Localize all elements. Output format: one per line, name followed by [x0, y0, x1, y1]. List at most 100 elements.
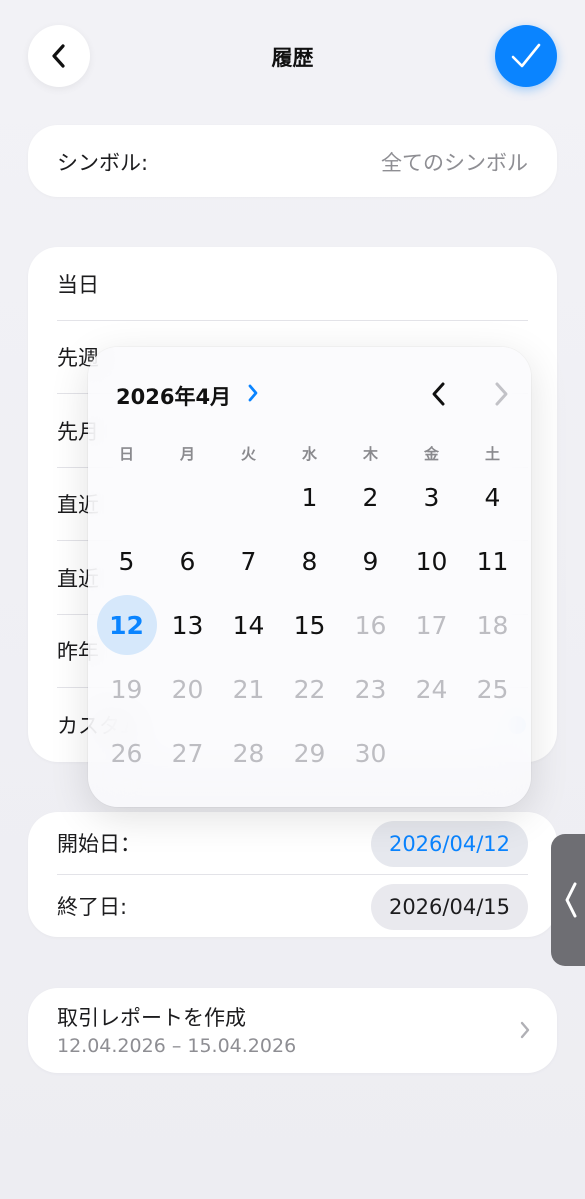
calendar-week: 26 27 28 29 30	[96, 721, 523, 785]
calendar-day-number: 29	[293, 738, 326, 768]
next-month-button[interactable]	[486, 377, 516, 411]
calendar-empty-cell	[157, 465, 218, 529]
calendar-day: 30	[340, 721, 401, 785]
calendar-day-number: 26	[110, 738, 143, 768]
calendar-day-number: 4	[484, 482, 501, 512]
calendar-day-number: 3	[423, 482, 440, 512]
calendar-grid: 1 2 3 4 5 6 7 8 9 10 11 12 13 14 15 16 17 18 19 20 21 22 23 24 2…	[96, 465, 523, 785]
calendar-day[interactable]: 8	[279, 529, 340, 593]
checkmark-icon	[511, 43, 541, 68]
weekday-label: 水	[301, 445, 317, 463]
calendar-day: 27	[157, 721, 218, 785]
calendar-day: 16	[340, 593, 401, 657]
previous-month-button[interactable]	[424, 377, 454, 411]
calendar-day: 21	[218, 657, 279, 721]
calendar-day-number: 10	[415, 546, 448, 576]
calendar-day-number: 24	[415, 674, 448, 704]
chevron-right-icon[interactable]	[246, 383, 260, 403]
calendar-day[interactable]: 5	[96, 529, 157, 593]
calendar-day-number: 20	[171, 674, 204, 704]
calendar-day-number: 22	[293, 674, 326, 704]
calendar-day-number: 5	[118, 546, 135, 576]
calendar-empty-cell	[462, 721, 523, 785]
calendar-day: 23	[340, 657, 401, 721]
calendar-day-number: 17	[415, 610, 448, 640]
weekday-label: 日	[118, 445, 134, 463]
calendar-day-number: 23	[354, 674, 387, 704]
period-label: 当日	[57, 272, 99, 297]
calendar-day[interactable]: 6	[157, 529, 218, 593]
calendar-day: 19	[96, 657, 157, 721]
calendar-day[interactable]: 11	[462, 529, 523, 593]
calendar-day: 29	[279, 721, 340, 785]
calendar-day-number: 2	[362, 482, 379, 512]
calendar-day[interactable]: 2	[340, 465, 401, 529]
calendar-day-number: 30	[354, 738, 387, 768]
calendar-empty-cell	[218, 465, 279, 529]
create-report-button[interactable]: 取引レポートを作成 12.04.2026 – 15.04.2026	[28, 988, 557, 1073]
calendar-popover: 2026年4月 日月火水木金土 1 2 3 4 5 6 7 8 9 10 11 12 13 14 15 16 1…	[88, 347, 531, 807]
calendar-week: 19 20 21 22 23 24 25	[96, 657, 523, 721]
calendar-day-number: 9	[362, 546, 379, 576]
calendar-empty-cell	[96, 465, 157, 529]
calendar-day-number: 16	[354, 610, 387, 640]
weekday-label: 土	[484, 445, 500, 463]
calendar-day-number: 21	[232, 674, 265, 704]
calendar-day[interactable]: 10	[401, 529, 462, 593]
end-date-button[interactable]: 2026/04/15	[370, 884, 528, 930]
calendar-day: 28	[218, 721, 279, 785]
symbol-value[interactable]: 全てのシンボル	[381, 147, 528, 177]
calendar-day-number: 12	[109, 610, 144, 640]
symbol-selector[interactable]: シンボル: 全てのシンボル	[28, 125, 557, 197]
symbol-label: シンボル:	[57, 151, 149, 175]
calendar-week: 5 6 7 8 9 10 11	[96, 529, 523, 593]
calendar-day[interactable]: 4	[462, 465, 523, 529]
calendar-day: 25	[462, 657, 523, 721]
calendar-day: 20	[157, 657, 218, 721]
calendar-day-number: 27	[171, 738, 204, 768]
weekday-label: 木	[362, 445, 378, 463]
report-title: 取引レポートを作成	[57, 1006, 246, 1030]
calendar-day[interactable]: 14	[218, 593, 279, 657]
chevron-left-icon	[565, 882, 577, 918]
calendar-day-number: 25	[476, 674, 509, 704]
calendar-day-number: 7	[240, 546, 257, 576]
history-screen: 履歴 シンボル: 全てのシンボル 当日 先週 先月 直近 直近 昨年 カスタム	[0, 0, 585, 1199]
calendar-empty-cell	[401, 721, 462, 785]
month-title[interactable]: 2026年4月	[116, 381, 231, 411]
calendar-day[interactable]: 12	[96, 593, 157, 657]
calendar-week: 12 13 14 15 16 17 18	[96, 593, 523, 657]
calendar-day: 26	[96, 721, 157, 785]
end-date-label: 終了日:	[57, 895, 128, 919]
report-date-range: 12.04.2026 – 15.04.2026	[57, 1035, 297, 1057]
calendar-day-number: 14	[232, 610, 265, 640]
calendar-day: 18	[462, 593, 523, 657]
start-date-button[interactable]: 2026/04/12	[370, 821, 528, 867]
date-range-card: 開始日： 2026/04/12 終了日: 2026/04/15	[28, 812, 557, 937]
calendar-day[interactable]: 3	[401, 465, 462, 529]
start-date-row: 開始日： 2026/04/12	[57, 812, 528, 874]
calendar-day-number: 6	[179, 546, 196, 576]
weekday-label: 火	[240, 445, 256, 463]
calendar-day-number: 11	[476, 546, 509, 576]
calendar-day[interactable]: 9	[340, 529, 401, 593]
calendar-day-number: 1	[301, 482, 318, 512]
confirm-button[interactable]	[495, 25, 557, 87]
end-date-row: 終了日: 2026/04/15	[57, 875, 528, 937]
weekday-label: 金	[423, 445, 439, 463]
calendar-day[interactable]: 13	[157, 593, 218, 657]
calendar-day-number: 8	[301, 546, 318, 576]
calendar-day[interactable]: 7	[218, 529, 279, 593]
calendar-day-number: 15	[293, 610, 326, 640]
calendar-day: 17	[401, 593, 462, 657]
period-item-today[interactable]: 当日	[57, 247, 528, 321]
side-panel-handle[interactable]	[551, 834, 585, 966]
calendar-day[interactable]: 15	[279, 593, 340, 657]
weekday-header: 日月火水木金土	[96, 443, 523, 464]
calendar-week: 1 2 3 4	[96, 465, 523, 529]
start-date-label: 開始日：	[57, 832, 141, 856]
chevron-left-icon	[432, 382, 445, 406]
weekday-label: 月	[179, 445, 195, 463]
calendar-day[interactable]: 1	[279, 465, 340, 529]
calendar-day-number: 28	[232, 738, 265, 768]
